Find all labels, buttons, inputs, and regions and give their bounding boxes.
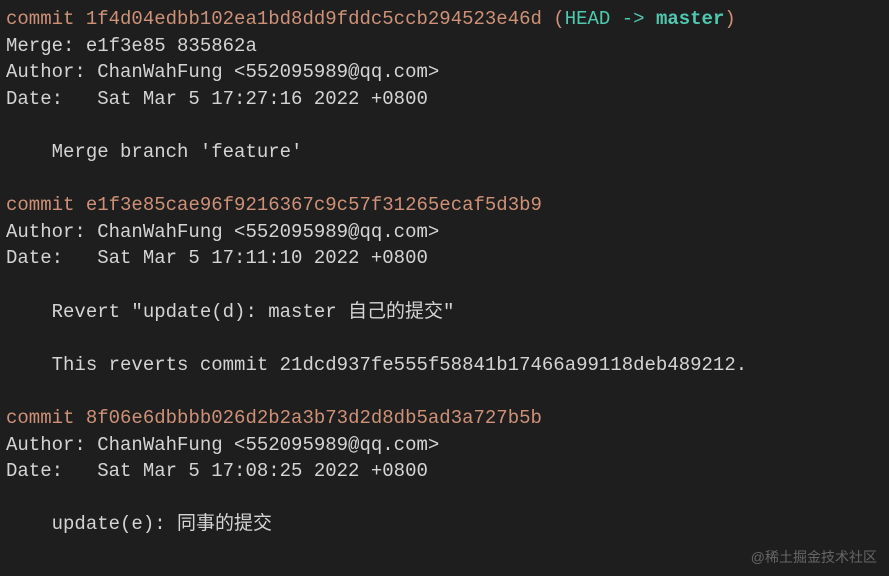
merge-line: Merge: e1f3e85 835862a — [6, 33, 883, 60]
commit-hash: 8f06e6dbbbb026d2b2a3b73d2d8db5ad3a727b5b — [86, 407, 542, 429]
date-line: Date: Sat Mar 5 17:08:25 2022 +0800 — [6, 458, 883, 485]
blank-line — [6, 378, 883, 405]
author-line: Author: ChanWahFung <552095989@qq.com> — [6, 219, 883, 246]
commit-keyword: commit — [6, 8, 86, 30]
blank-line — [6, 166, 883, 193]
blank-line — [6, 325, 883, 352]
commit-hash-line: commit e1f3e85cae96f9216367c9c57f31265ec… — [6, 192, 883, 219]
commit-message: Revert "update(d): master 自己的提交" — [6, 299, 883, 326]
commit-entry: commit e1f3e85cae96f9216367c9c57f31265ec… — [6, 192, 883, 405]
date-line: Date: Sat Mar 5 17:27:16 2022 +0800 — [6, 86, 883, 113]
author-line: Author: ChanWahFung <552095989@qq.com> — [6, 59, 883, 86]
ref-open-paren: ( — [542, 8, 565, 30]
blank-line — [6, 272, 883, 299]
commit-hash-line: commit 1f4d04edbb102ea1bd8dd9fddc5ccb294… — [6, 6, 883, 33]
blank-line — [6, 112, 883, 139]
head-ref: HEAD -> — [565, 8, 656, 30]
commit-hash: e1f3e85cae96f9216367c9c57f31265ecaf5d3b9 — [86, 194, 542, 216]
date-line: Date: Sat Mar 5 17:11:10 2022 +0800 — [6, 245, 883, 272]
ref-close-paren: ) — [724, 8, 735, 30]
commit-message: Merge branch 'feature' — [6, 139, 883, 166]
commit-entry: commit 8f06e6dbbbb026d2b2a3b73d2d8db5ad3… — [6, 405, 883, 538]
commit-keyword: commit — [6, 194, 86, 216]
branch-name: master — [656, 8, 724, 30]
watermark: @稀土掘金技术社区 — [751, 548, 877, 568]
commit-message: update(e): 同事的提交 — [6, 511, 883, 538]
commit-keyword: commit — [6, 407, 86, 429]
commit-message: This reverts commit 21dcd937fe555f58841b… — [6, 352, 883, 379]
commit-entry: commit 1f4d04edbb102ea1bd8dd9fddc5ccb294… — [6, 6, 883, 192]
commit-hash: 1f4d04edbb102ea1bd8dd9fddc5ccb294523e46d — [86, 8, 542, 30]
git-log-output: commit 1f4d04edbb102ea1bd8dd9fddc5ccb294… — [6, 6, 883, 538]
blank-line — [6, 485, 883, 512]
commit-hash-line: commit 8f06e6dbbbb026d2b2a3b73d2d8db5ad3… — [6, 405, 883, 432]
author-line: Author: ChanWahFung <552095989@qq.com> — [6, 432, 883, 459]
